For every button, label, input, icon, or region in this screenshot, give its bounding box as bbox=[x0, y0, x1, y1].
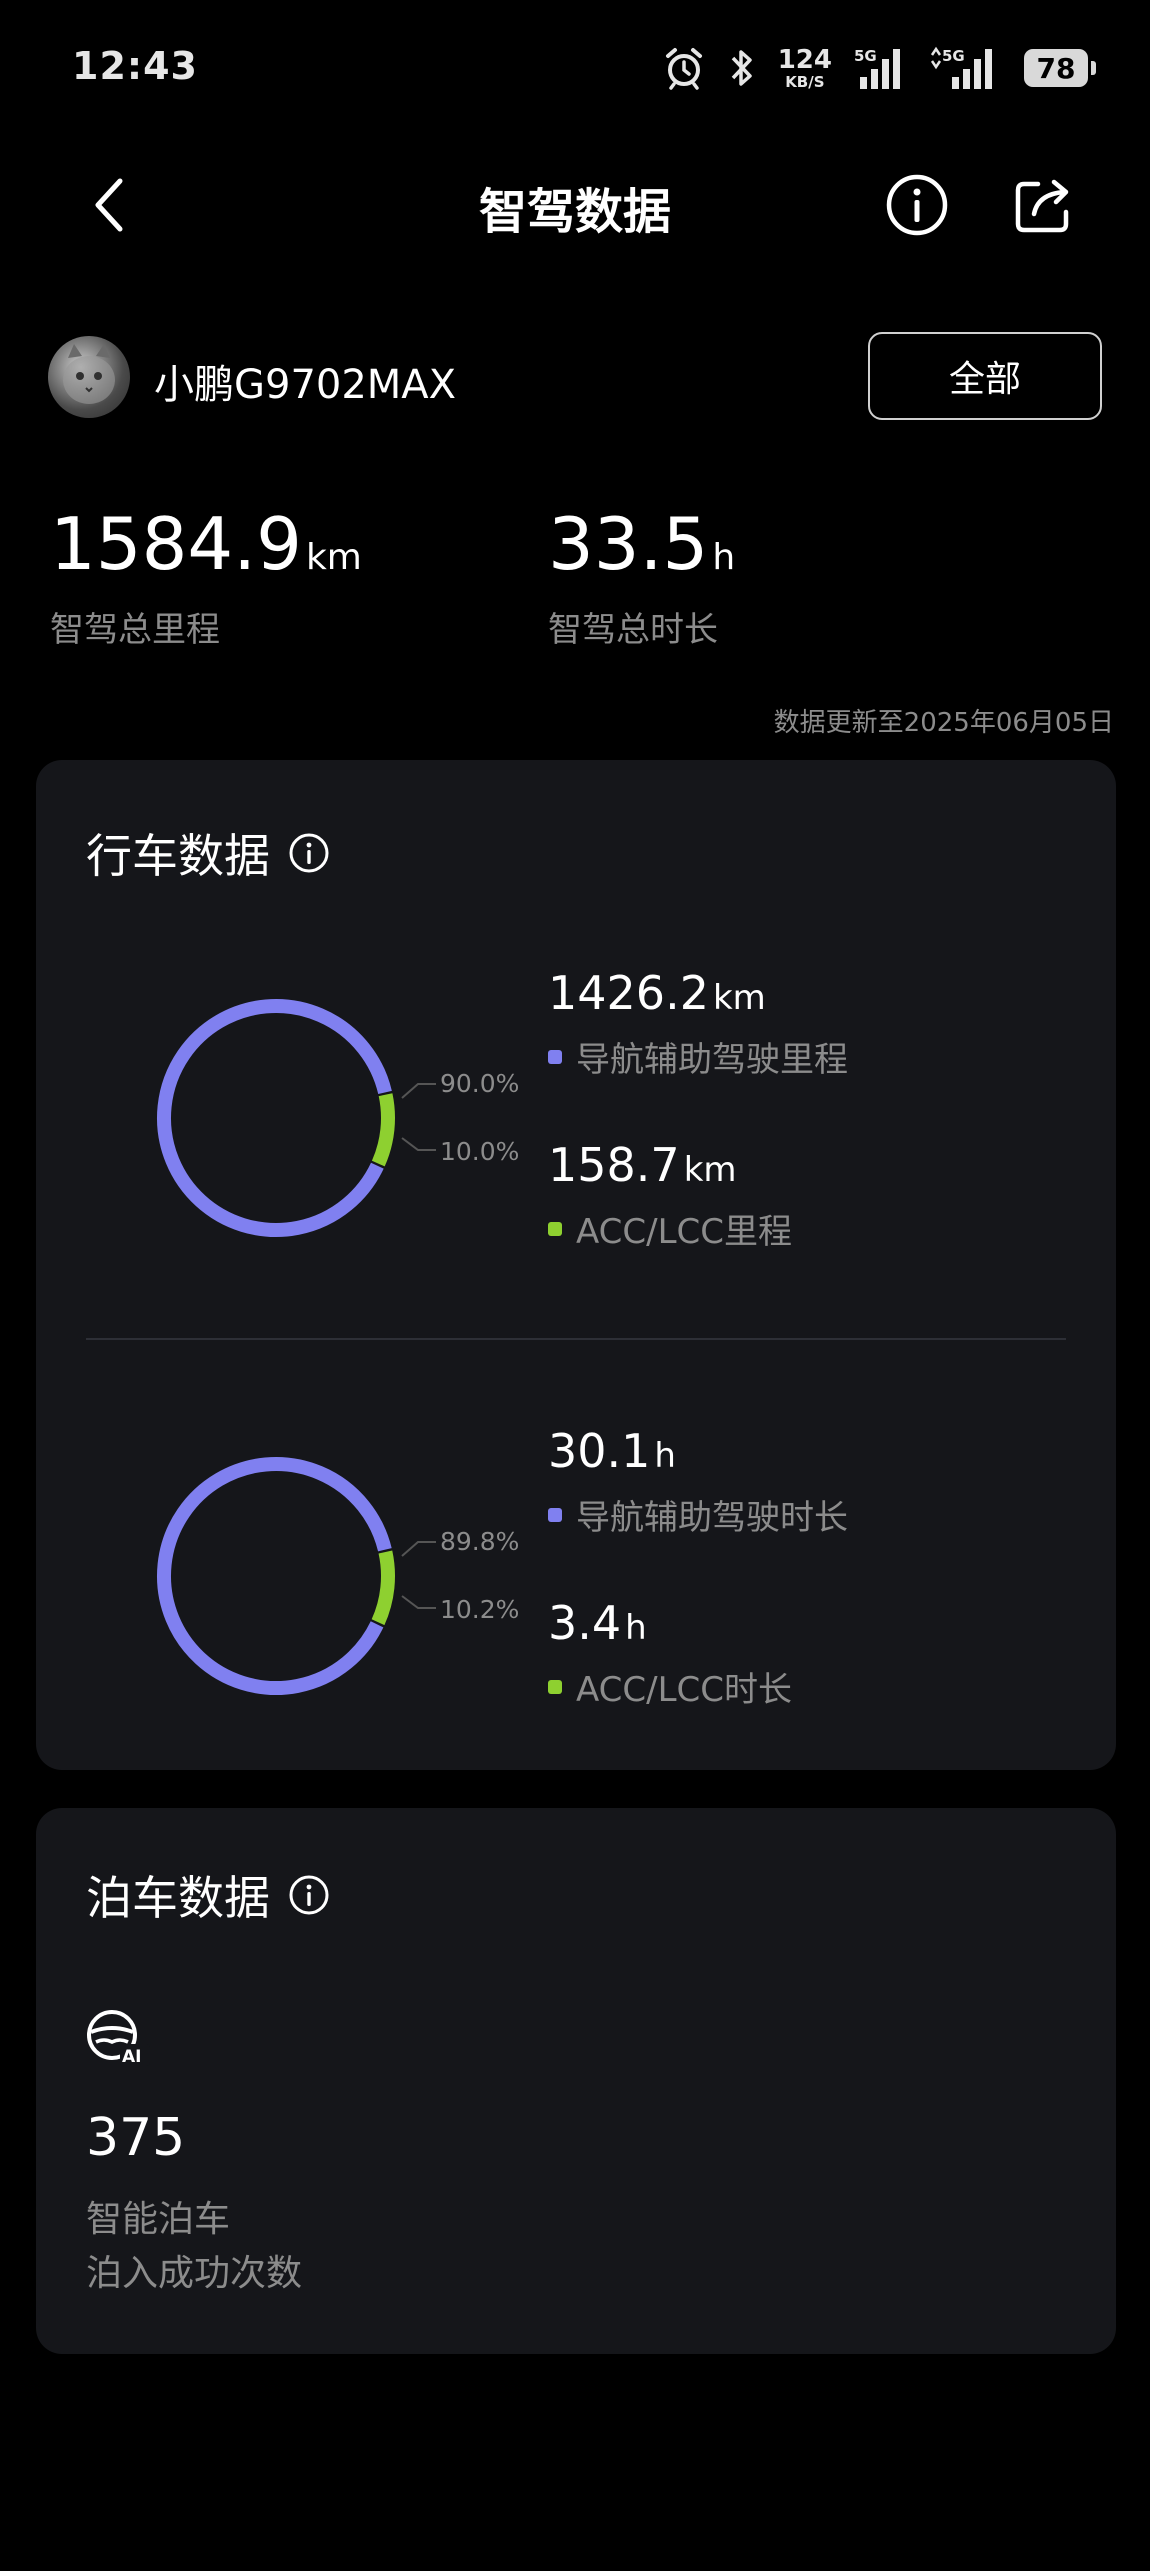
summary-stats: 1584.9 km 智驾总里程 33.5 h 智驾总时长 bbox=[50, 508, 1110, 668]
duration-donut-chart: 89.8% 10.2% bbox=[157, 1457, 519, 1695]
distance-ngp-percent: 90.0% bbox=[440, 1069, 519, 1098]
acc-duration-legend-dot bbox=[548, 1679, 562, 1694]
acc-legend-dot bbox=[548, 1221, 562, 1236]
network-speed: 124 KB/S bbox=[778, 47, 832, 90]
section-divider bbox=[86, 1338, 1066, 1340]
total-duration-unit: h bbox=[712, 537, 736, 578]
ngp-duration-label: 导航辅助驾驶时长 bbox=[576, 1498, 848, 1538]
info-icon bbox=[886, 174, 948, 236]
parking-count: 375 bbox=[86, 2108, 186, 2168]
status-icons: 124 KB/S 5G 5G 78 bbox=[662, 40, 1096, 96]
info-button[interactable] bbox=[884, 172, 950, 238]
parking-sublabel: 泊入成功次数 bbox=[86, 2253, 303, 2294]
distance-donut-chart: 90.0% 10.0% bbox=[157, 999, 519, 1237]
parking-label: 智能泊车 bbox=[86, 2199, 231, 2240]
vehicle-name: 小鹏G9702MAX bbox=[154, 362, 457, 408]
svg-text:AI: AI bbox=[122, 2047, 141, 2066]
distance-ring-block: 90.0% 10.0% 1426.2 km 导航辅助驾驶里程 158.7 km AC… bbox=[36, 970, 1116, 1350]
parking-info-icon[interactable] bbox=[288, 1874, 330, 1916]
app-header: 智驾数据 bbox=[0, 150, 1150, 260]
ngp-distance-value: 1426.2 bbox=[548, 966, 709, 1020]
duration-ring bbox=[157, 1457, 395, 1695]
ai-steering-wheel-icon: AI bbox=[87, 2010, 150, 2066]
ngp-duration-metric: 30.1 h 导航辅助驾驶时长 bbox=[548, 1428, 848, 1539]
signal-5g-icon-2: 5G bbox=[930, 46, 992, 89]
total-distance-unit: km bbox=[305, 537, 362, 578]
alarm-icon bbox=[665, 48, 702, 90]
cat-avatar-image bbox=[63, 344, 115, 404]
parking-card-header: 泊车数据 bbox=[86, 1862, 330, 1928]
vehicle-row: 小鹏G9702MAX 全部 bbox=[48, 332, 1102, 424]
duration-ngp-arc bbox=[157, 1457, 392, 1695]
acc-duration-metric: 3.4 h ACC/LCC时长 bbox=[548, 1600, 792, 1711]
duration-ring-block: 89.8% 10.2% 30.1 h 导航辅助驾驶时长 3.4 h ACC/LCC时… bbox=[36, 1428, 1116, 1808]
driving-card-title: 行车数据 bbox=[86, 829, 270, 883]
duration-acc-percent: 10.2% bbox=[440, 1595, 519, 1624]
distance-ring bbox=[157, 999, 395, 1237]
driving-data-card: 行车数据 90.0% 10.0% 1426.2 km 导航辅助驾驶里程 158.7… bbox=[36, 760, 1116, 1770]
bluetooth-icon bbox=[731, 50, 752, 86]
distance-acc-percent: 10.0% bbox=[440, 1137, 519, 1166]
ngp-duration-legend-dot bbox=[548, 1507, 562, 1522]
total-distance-stat: 1584.9 km 智驾总里程 bbox=[50, 508, 362, 651]
vehicle-avatar bbox=[48, 336, 130, 418]
ngp-distance-metric: 1426.2 km 导航辅助驾驶里程 bbox=[548, 970, 848, 1081]
network-speed-unit: KB/S bbox=[785, 72, 825, 91]
distance-ngp-arc bbox=[157, 999, 392, 1237]
ngp-duration-value: 30.1 bbox=[548, 1424, 651, 1478]
acc-distance-unit: km bbox=[683, 1150, 737, 1190]
status-bar: 12:43 124 KB/S 5G 5G 78 bbox=[0, 0, 1150, 130]
total-duration-label: 智驾总时长 bbox=[548, 610, 718, 650]
duration-ngp-percent: 89.8% bbox=[440, 1527, 519, 1556]
status-time: 12:43 bbox=[72, 44, 198, 88]
total-duration-value: 33.5 bbox=[548, 502, 709, 586]
signal-5g-label-1: 5G bbox=[854, 47, 877, 65]
parking-card-title: 泊车数据 bbox=[86, 1871, 270, 1925]
total-distance-value: 1584.9 bbox=[50, 502, 302, 586]
ngp-legend-dot bbox=[548, 1049, 562, 1064]
acc-duration-unit: h bbox=[625, 1608, 647, 1648]
total-distance-label: 智驾总里程 bbox=[50, 610, 220, 650]
parking-data-card: 泊车数据 AI 375 智能泊车 泊入成功次数 bbox=[36, 1808, 1116, 2354]
page-title: 智驾数据 bbox=[478, 184, 671, 240]
ngp-distance-unit: km bbox=[712, 978, 766, 1018]
driving-info-icon[interactable] bbox=[288, 832, 330, 874]
acc-duration-value: 3.4 bbox=[548, 1596, 622, 1650]
ngp-distance-label: 导航辅助驾驶里程 bbox=[576, 1040, 848, 1080]
distance-acc-arc bbox=[371, 1093, 395, 1167]
duration-acc-arc bbox=[371, 1550, 395, 1626]
battery-indicator: 78 bbox=[1024, 49, 1096, 87]
total-duration-stat: 33.5 h 智驾总时长 bbox=[548, 508, 735, 651]
acc-distance-label: ACC/LCC里程 bbox=[576, 1212, 793, 1252]
driving-card-header: 行车数据 bbox=[86, 820, 330, 886]
acc-distance-metric: 158.7 km ACC/LCC里程 bbox=[548, 1142, 792, 1253]
update-note: 数据更新至2025年06月05日 bbox=[773, 708, 1114, 738]
filter-all-button[interactable]: 全部 bbox=[868, 332, 1102, 420]
network-speed-value: 124 bbox=[777, 44, 832, 75]
signal-5g-icon: 5G bbox=[854, 47, 900, 89]
signal-5g-label-2: 5G bbox=[942, 47, 965, 65]
screen: 12:43 124 KB/S 5G 5G 78 智驾数据 小鹏G9702MAX … bbox=[0, 0, 1150, 2571]
acc-duration-label: ACC/LCC时长 bbox=[576, 1670, 793, 1710]
acc-distance-value: 158.7 bbox=[548, 1138, 680, 1192]
share-button[interactable] bbox=[1008, 170, 1078, 240]
ngp-duration-unit: h bbox=[654, 1436, 676, 1476]
share-icon bbox=[1015, 179, 1069, 233]
